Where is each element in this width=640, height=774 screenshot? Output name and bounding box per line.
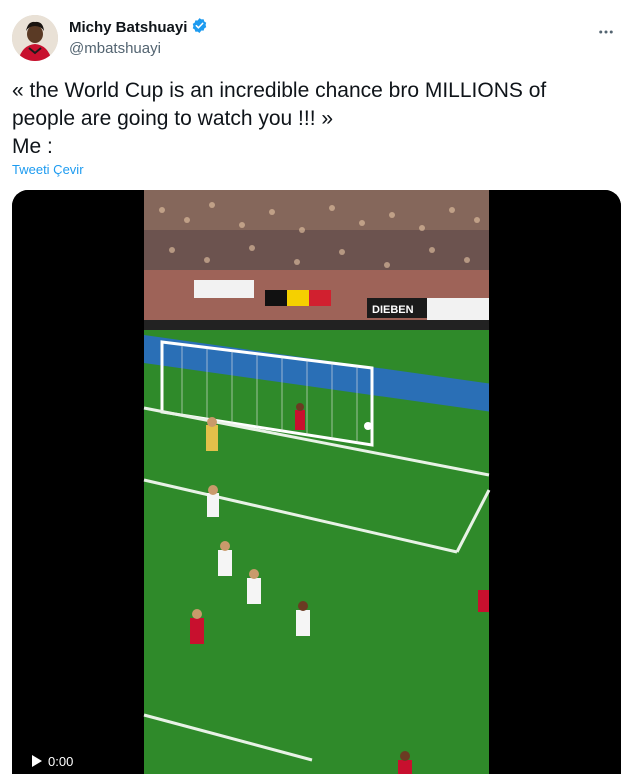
- more-horizontal-icon: [599, 30, 613, 34]
- verified-badge-icon: [191, 17, 208, 39]
- author-handle[interactable]: @mbatshuayi: [69, 39, 208, 59]
- author-name-row: Michy Batshuayi: [69, 17, 208, 39]
- more-options-button[interactable]: [592, 18, 620, 46]
- video-frame: DIEBEN: [12, 190, 621, 774]
- tweet-video[interactable]: DIEBEN 0:00: [12, 190, 621, 774]
- tweet-text: « the World Cup is an incredible chance …: [12, 79, 547, 158]
- video-time: 0:00: [48, 753, 74, 769]
- profile-photo-icon: [12, 15, 58, 61]
- stadium-board-text: DIEBEN: [372, 304, 414, 316]
- author-info: Michy Batshuayi @mbatshuayi: [69, 17, 208, 59]
- video-controls[interactable]: 0:00: [24, 750, 82, 772]
- translate-tweet-link[interactable]: Tweeti Çevir: [12, 162, 84, 177]
- author-display-name[interactable]: Michy Batshuayi: [69, 18, 187, 38]
- play-icon[interactable]: [32, 755, 42, 767]
- tweet-header: Michy Batshuayi @mbatshuayi: [12, 14, 628, 62]
- tweet-card: Michy Batshuayi @mbatshuayi « the World …: [0, 0, 640, 774]
- avatar[interactable]: [12, 15, 58, 61]
